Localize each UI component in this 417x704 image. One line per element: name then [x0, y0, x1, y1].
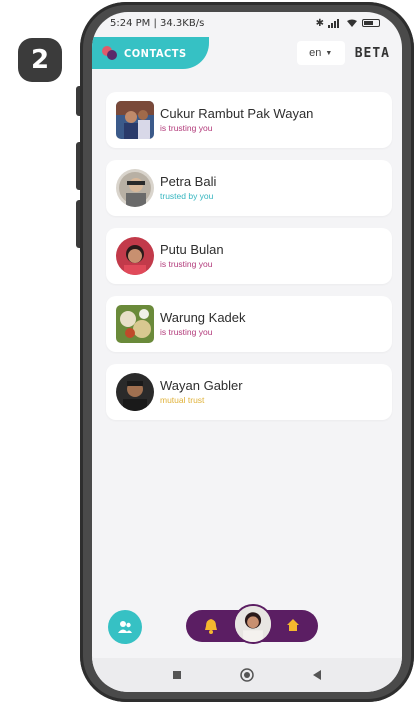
profile-avatar-button[interactable] [233, 604, 273, 644]
bluetooth-icon: ✱ [315, 17, 324, 29]
recents-button[interactable] [167, 665, 187, 685]
phone-screen: 5:24 PM | 34.3KB/s ✱ CONTACTS en ▼ BETA [92, 12, 402, 692]
beta-label: BETA [354, 45, 390, 61]
contact-name: Warung Kadek [160, 310, 246, 325]
contact-name: Petra Bali [160, 174, 217, 189]
trust-status: mutual trust [160, 395, 205, 405]
trust-status: trusted by you [160, 191, 214, 201]
battery-icon [362, 19, 380, 27]
app-header: CONTACTS en ▼ BETA [92, 36, 402, 70]
trust-status: is trusting you [160, 259, 213, 269]
contact-avatar [116, 373, 154, 411]
home-nav-button[interactable] [237, 665, 257, 685]
step-number-badge: 2 [18, 38, 62, 82]
trust-status: is trusting you [160, 327, 213, 337]
contact-card[interactable]: Petra Bali trusted by you [106, 160, 392, 216]
trust-status: is trusting you [160, 123, 213, 133]
signal-icon [328, 18, 339, 28]
status-time-speed: 5:24 PM | 34.3KB/s [110, 17, 205, 29]
contacts-tab[interactable]: CONTACTS [92, 37, 209, 69]
chevron-down-icon: ▼ [325, 49, 333, 57]
language-value: en [309, 47, 322, 59]
contact-card[interactable]: Cukur Rambut Pak Wayan is trusting you [106, 92, 392, 148]
contact-card[interactable]: Putu Bulan is trusting you [106, 228, 392, 284]
contact-name: Cukur Rambut Pak Wayan [160, 106, 314, 121]
contact-avatar [116, 169, 154, 207]
contacts-logo-icon [102, 45, 118, 61]
bell-icon[interactable] [204, 618, 218, 634]
people-icon [118, 621, 132, 633]
contact-avatar [116, 101, 154, 139]
contact-name: Putu Bulan [160, 242, 224, 257]
contact-name: Wayan Gabler [160, 378, 243, 393]
back-button[interactable] [307, 665, 327, 685]
contact-list: Cukur Rambut Pak Wayan is trusting you P… [106, 92, 392, 432]
square-icon [173, 671, 181, 679]
language-select[interactable]: en ▼ [296, 41, 345, 65]
bottom-action-bar [186, 604, 318, 644]
system-nav-bar [92, 658, 402, 692]
contact-card[interactable]: Warung Kadek is trusting you [106, 296, 392, 352]
contacts-tab-label: CONTACTS [124, 46, 187, 60]
contact-avatar [116, 237, 154, 275]
back-triangle-icon [313, 670, 321, 680]
contact-card[interactable]: Wayan Gabler mutual trust [106, 364, 392, 420]
home-icon[interactable] [286, 618, 300, 632]
header-right: en ▼ BETA [296, 41, 402, 65]
contact-avatar [116, 305, 154, 343]
add-contact-button[interactable] [108, 610, 142, 644]
status-icons: ✱ [316, 18, 380, 29]
status-bar: 5:24 PM | 34.3KB/s ✱ [92, 12, 402, 34]
circle-icon [240, 668, 254, 682]
wifi-icon [347, 19, 357, 27]
tutorial-stage: 2 5:24 PM | 34.3KB/s ✱ CONTACTS en ▼ BET… [0, 0, 417, 704]
